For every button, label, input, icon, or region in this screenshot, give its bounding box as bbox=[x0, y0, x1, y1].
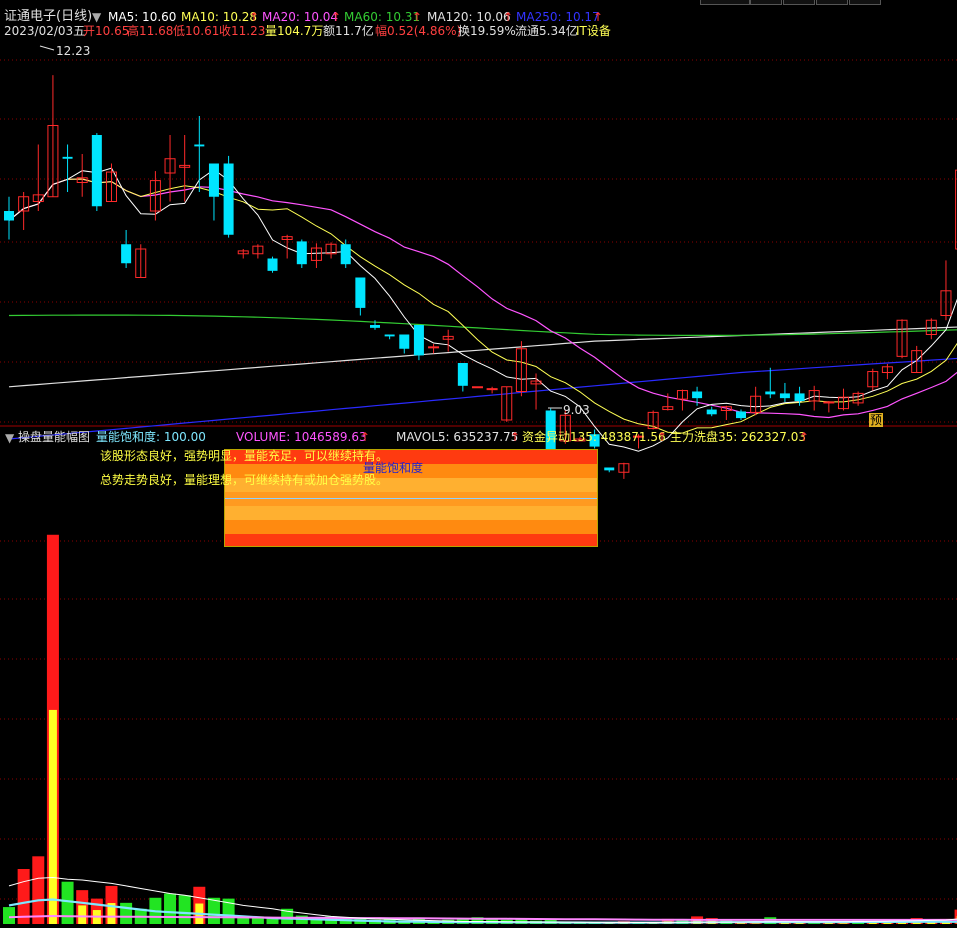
mavol5-value: MAVOL5: 635237.75 bbox=[396, 430, 519, 444]
ma10-line bbox=[8, 178, 957, 434]
candle-body bbox=[794, 393, 805, 401]
ma20-up-arrow-icon: ↑ bbox=[331, 10, 342, 24]
volume-bar bbox=[32, 856, 45, 924]
quote-high: 高11.68 bbox=[127, 24, 174, 38]
candle-body bbox=[91, 135, 102, 207]
ma120-up-arrow-icon: ↑ bbox=[503, 10, 514, 24]
quote-date: 2023/02/03五 bbox=[4, 24, 86, 38]
panel-band bbox=[225, 492, 597, 506]
collapse-icon[interactable]: ▼ bbox=[92, 10, 101, 24]
volume-bar bbox=[120, 902, 133, 924]
ma120-legend: MA120: 10.06 bbox=[427, 10, 511, 24]
volume-value: VOLUME: 1046589.63 bbox=[236, 430, 367, 444]
saturation-panel: 量能饱和度 bbox=[224, 449, 598, 547]
candle-body bbox=[340, 244, 351, 265]
quote-sector: IT设备 bbox=[576, 24, 611, 38]
candle-body bbox=[471, 386, 483, 389]
candle-body bbox=[4, 211, 14, 221]
high-pointer bbox=[39, 45, 55, 51]
toolbar-tab[interactable] bbox=[783, 0, 815, 5]
candle-body bbox=[779, 393, 790, 399]
quote-volume: 量104.7万 bbox=[265, 24, 324, 38]
ma10-legend: MA10: 10.28 bbox=[181, 10, 258, 24]
ma60-up-arrow-icon: ↑ bbox=[412, 10, 423, 24]
ma5-legend: MA5: 10.60 bbox=[108, 10, 177, 24]
candle-body bbox=[823, 401, 835, 404]
volume-bar bbox=[3, 907, 15, 924]
forecast-badge[interactable]: 预 bbox=[869, 413, 884, 427]
main-wash-value: 主力洗盘35: 262327.03 bbox=[670, 430, 807, 444]
volume-bar bbox=[164, 893, 177, 924]
candle-body bbox=[765, 391, 776, 395]
candle-body bbox=[121, 244, 132, 264]
candle-body bbox=[457, 363, 468, 386]
candle-body bbox=[62, 156, 73, 159]
candle-body bbox=[355, 277, 366, 308]
quote-float: 流通5.34亿 bbox=[515, 24, 578, 38]
volume-inner-bar bbox=[48, 709, 57, 924]
volume-inner-bar bbox=[737, 923, 745, 924]
toolbar-tab[interactable] bbox=[700, 0, 750, 5]
candle-body bbox=[692, 391, 703, 399]
volume-bar bbox=[178, 895, 191, 924]
candle-body bbox=[736, 411, 746, 419]
candle-body bbox=[413, 325, 424, 356]
panel-band bbox=[225, 520, 597, 534]
candle-body bbox=[706, 409, 717, 415]
quote-low: 低10.61 bbox=[173, 24, 220, 38]
quote-turnover: 换19.59% bbox=[458, 24, 516, 38]
candle-body bbox=[296, 241, 307, 265]
ma250-up-arrow-icon: ↑ bbox=[593, 10, 604, 24]
panel-band bbox=[225, 506, 597, 520]
fund-anomaly-up-arrow-icon: ↑ bbox=[657, 430, 668, 444]
high-price-label: 12.23 bbox=[56, 44, 91, 58]
ma250-line bbox=[8, 357, 957, 440]
panel-text-line1: 该股形态良好，强势明显，量能充足，可以继续持有。 bbox=[100, 449, 389, 463]
volume-bar bbox=[61, 881, 74, 924]
quote-close: 收11.23 bbox=[219, 24, 266, 38]
main-wash-up-arrow-icon: ↑ bbox=[799, 430, 810, 444]
candle-body bbox=[223, 163, 234, 235]
candle-body bbox=[399, 334, 410, 349]
ma10-up-arrow-icon: ↑ bbox=[249, 10, 260, 24]
candle-body bbox=[267, 258, 278, 271]
saturation-value: 量能饱和度: 100.00 bbox=[96, 430, 206, 444]
volume-up-arrow-icon: ↑ bbox=[360, 430, 371, 444]
panel-text-line2: 总势走势良好，量能理想，可继续持有或加仓强势股。 bbox=[100, 473, 389, 487]
ma250-legend: MA250: 10.17 bbox=[516, 10, 600, 24]
volume-bar bbox=[808, 923, 821, 924]
toolbar-tab[interactable] bbox=[849, 0, 881, 5]
candle-body bbox=[208, 163, 219, 197]
quote-amount: 额11.7亿 bbox=[323, 24, 374, 38]
toolbar-tab[interactable] bbox=[750, 0, 782, 5]
ma20-line bbox=[8, 178, 957, 419]
volume-bar bbox=[207, 897, 220, 924]
indicator-toggle-icon[interactable]: ▼ bbox=[5, 431, 14, 445]
candle-body bbox=[604, 467, 615, 471]
volume-inner-bar bbox=[839, 923, 848, 924]
panel-band bbox=[225, 534, 597, 546]
volume-inner-bar bbox=[824, 923, 833, 924]
candle-body bbox=[428, 346, 440, 349]
volume-inner-bar bbox=[78, 905, 87, 924]
candle-body bbox=[486, 388, 498, 391]
quote-open: 开10.65 bbox=[83, 24, 130, 38]
stock-title: 证通电子(日线) bbox=[4, 9, 93, 24]
chart-stage: 证通电子(日线) ▼ MA5: 10.60 MA10: 10.28 ↑ MA20… bbox=[0, 0, 957, 928]
panel-midline bbox=[225, 498, 597, 499]
ma20-legend: MA20: 10.04 bbox=[262, 10, 339, 24]
candle-body bbox=[384, 334, 395, 337]
quote-change: 幅0.52(4.86%) bbox=[375, 24, 462, 38]
ma120-line bbox=[8, 326, 957, 388]
candle-body bbox=[194, 144, 205, 147]
indicator-name: 操盘量能幅图 bbox=[18, 430, 91, 444]
ma60-legend: MA60: 10.31 bbox=[344, 10, 421, 24]
low-price-label: 9.03 bbox=[563, 403, 590, 417]
mavol5-up-arrow-icon: ↑ bbox=[510, 430, 521, 444]
fund-anomaly-value: 资金异动135: 483871.56 bbox=[522, 430, 666, 444]
toolbar-tab[interactable] bbox=[816, 0, 848, 5]
candle-body bbox=[370, 325, 380, 328]
